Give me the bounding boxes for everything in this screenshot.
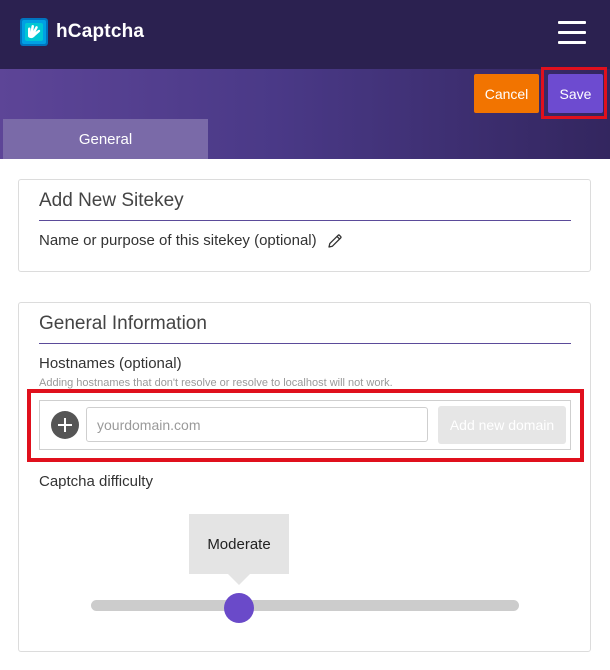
sitekey-name-placeholder: Name or purpose of this sitekey (optiona…	[39, 232, 317, 249]
hcaptcha-logo-icon[interactable]	[20, 18, 48, 46]
general-information-title: General Information	[39, 313, 207, 334]
captcha-difficulty-label: Captcha difficulty	[39, 473, 153, 490]
plus-circle-icon[interactable]	[51, 411, 79, 439]
top-navigation-bar: hCaptcha	[0, 0, 610, 69]
section-divider	[39, 220, 571, 221]
section-divider	[39, 343, 571, 344]
difficulty-tooltip: Moderate	[189, 514, 289, 574]
save-button[interactable]: Save	[548, 74, 603, 113]
tab-general[interactable]: General	[3, 119, 208, 159]
tooltip-arrow	[228, 574, 250, 585]
sitekey-name-field[interactable]: Name or purpose of this sitekey (optiona…	[39, 232, 343, 249]
domain-input[interactable]	[86, 407, 428, 442]
brand-name: hCaptcha	[56, 21, 145, 42]
add-new-domain-button[interactable]: Add new domain	[438, 406, 566, 444]
cancel-button[interactable]: Cancel	[474, 74, 539, 113]
difficulty-slider-thumb[interactable]	[223, 593, 254, 623]
pencil-icon[interactable]	[327, 233, 343, 249]
add-sitekey-title: Add New Sitekey	[39, 190, 184, 211]
hostnames-hint: Adding hostnames that don't resolve or r…	[39, 377, 393, 389]
add-sitekey-card: Add New Sitekey Name or purpose of this …	[18, 179, 591, 272]
hostname-entry-row: Add new domain	[39, 400, 571, 450]
hostnames-label: Hostnames (optional)	[39, 355, 182, 372]
hamburger-menu-icon[interactable]	[558, 21, 586, 45]
difficulty-slider-track[interactable]	[91, 600, 519, 611]
